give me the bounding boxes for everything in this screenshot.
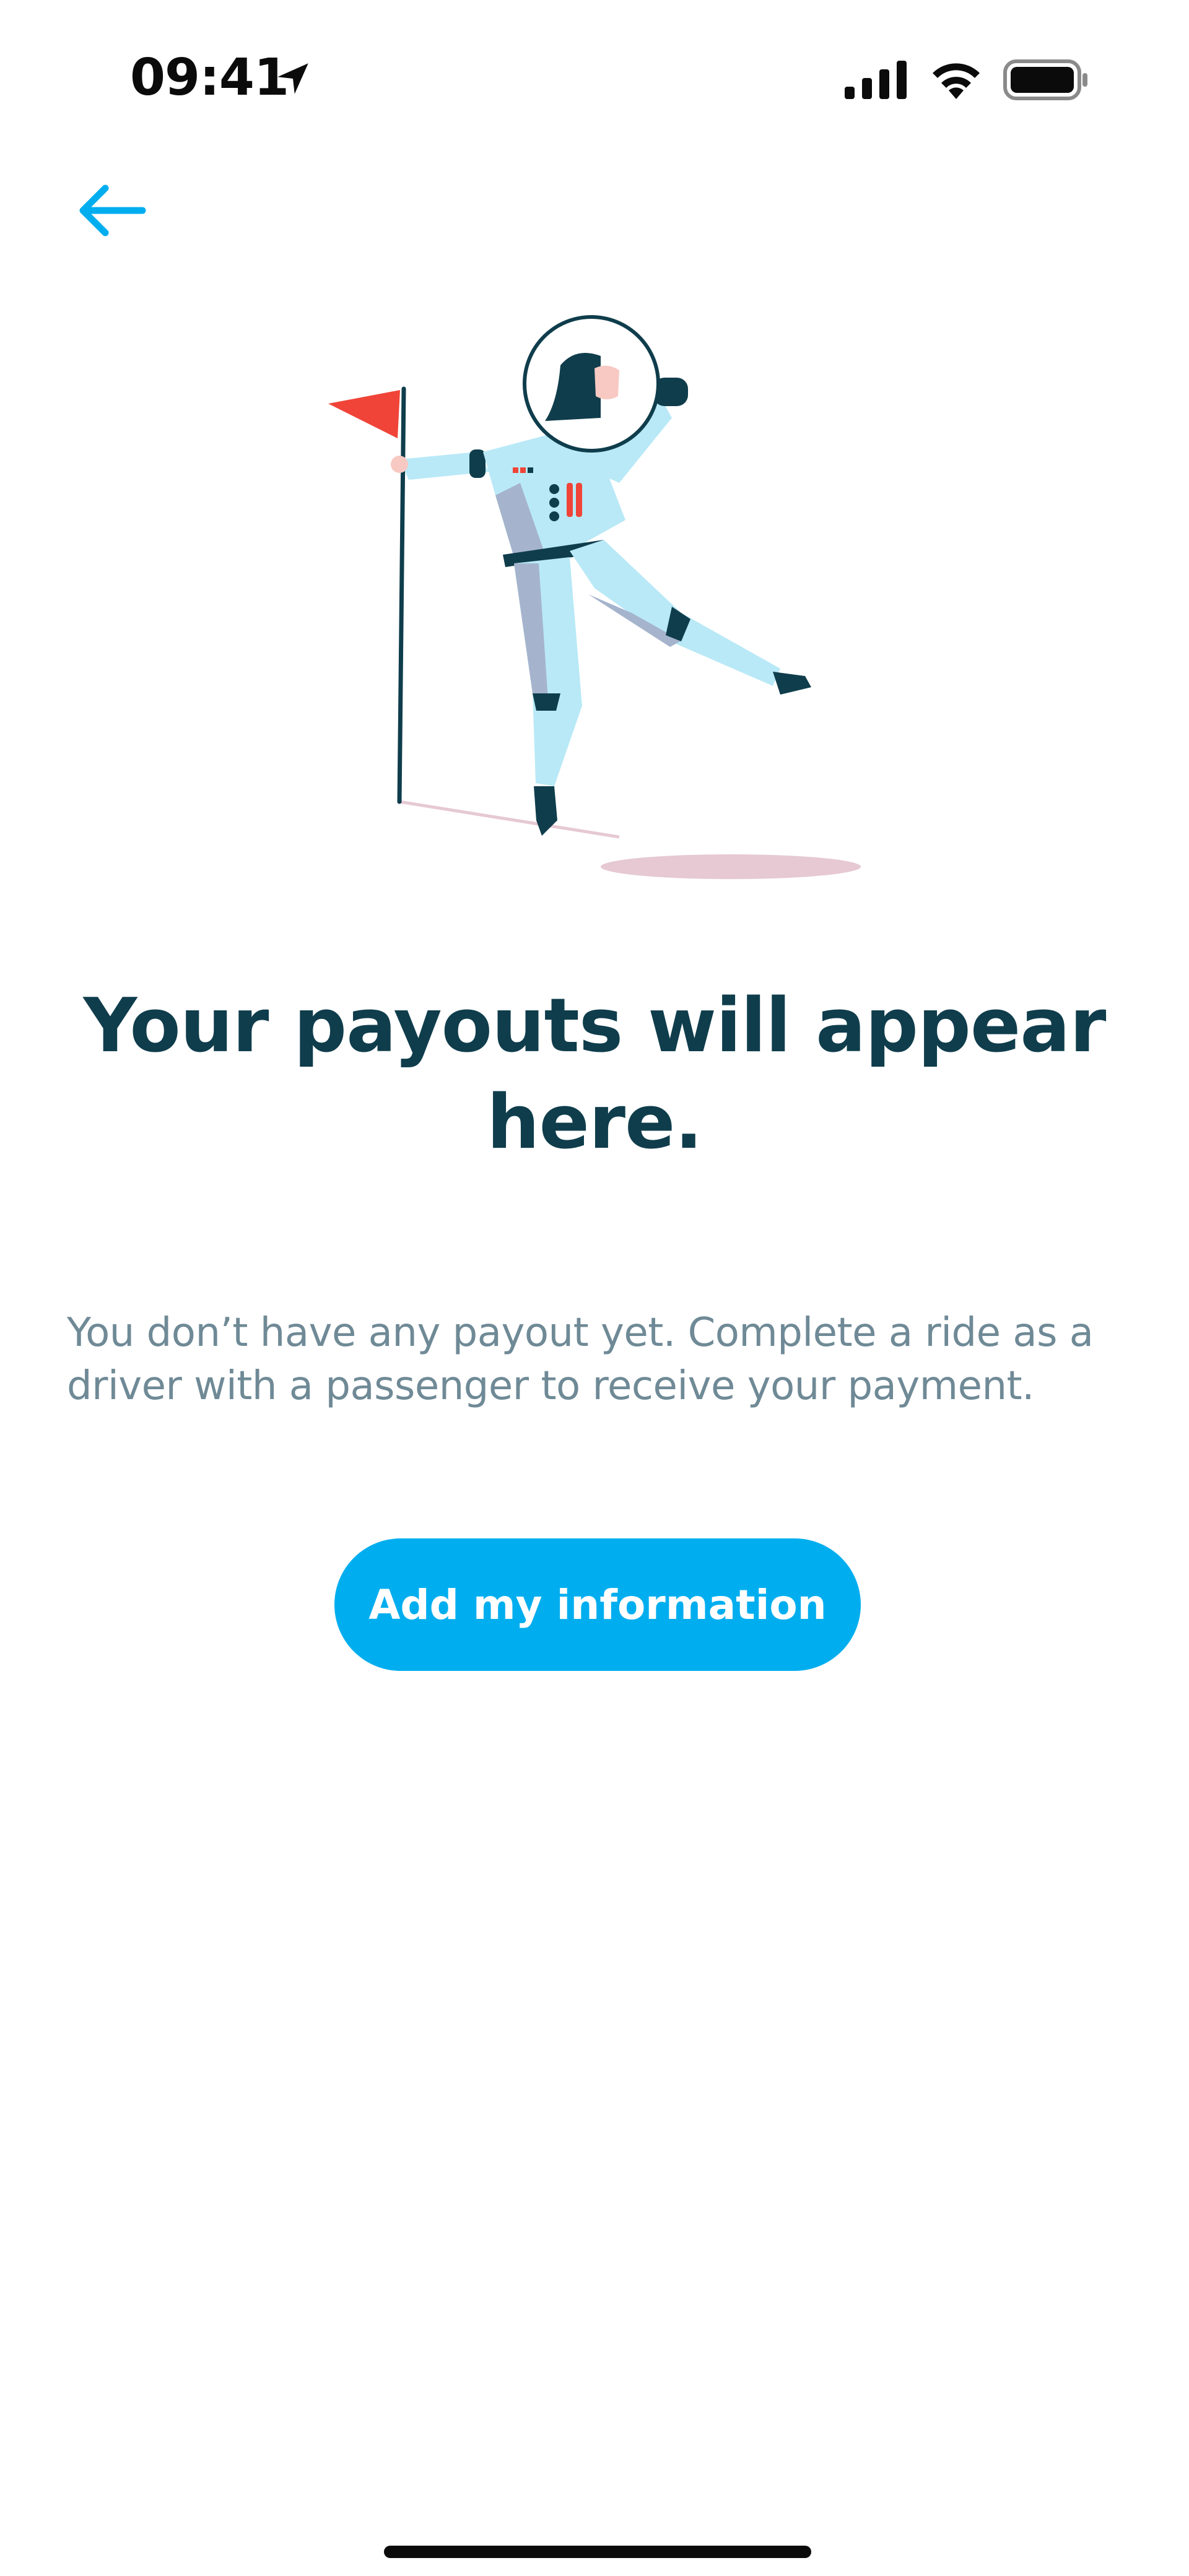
arrow-left-icon (79, 184, 146, 236)
battery-icon (1003, 59, 1087, 100)
astronaut-illustration (328, 315, 861, 879)
status-bar: 09:41 (0, 0, 1189, 161)
empty-state-title: Your payouts will appear here. (83, 983, 1107, 1166)
home-indicator[interactable] (384, 2546, 811, 2558)
flag-icon (328, 390, 400, 438)
status-time: 09:41 (130, 48, 289, 107)
back-button[interactable] (68, 173, 155, 248)
add-my-information-button[interactable]: Add my information (334, 1538, 861, 1671)
empty-state-description: You don’t have any payout yet. Complete … (67, 1310, 1094, 1409)
location-arrow-icon (277, 63, 308, 94)
cellular-signal-icon (845, 61, 907, 99)
wifi-icon (933, 63, 980, 99)
